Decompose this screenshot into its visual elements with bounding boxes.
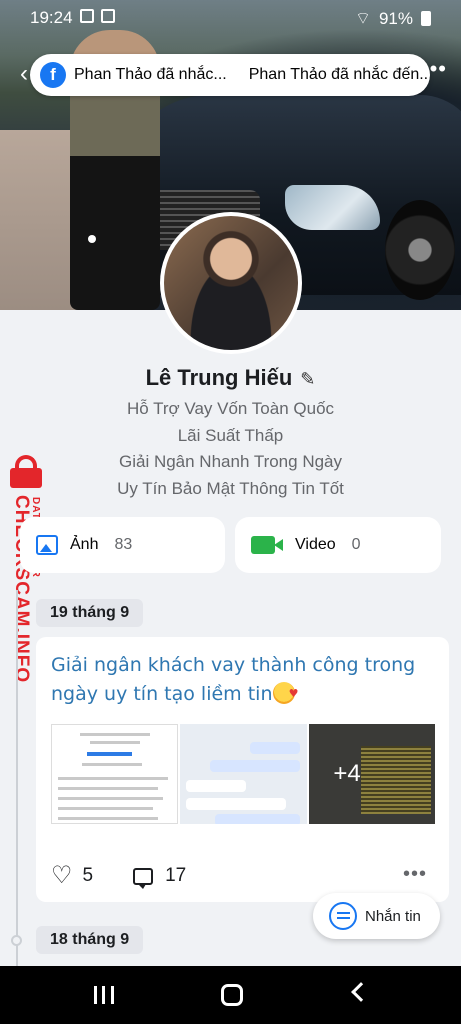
video-button[interactable]: Video 0 [235,517,441,573]
timeline-dot [11,935,22,946]
bio-line: Hỗ Trợ Vay Vốn Toàn Quốc [126,399,335,418]
profile-bio: Hỗ Trợ Vay Vốn Toàn Quốc Lãi Suất Thấp G… [0,396,461,502]
date-chip: 18 tháng 9 [36,926,144,954]
video-count: 0 [351,536,361,553]
post-text: Giải ngân khách vay thành công trong ngà… [51,654,416,705]
like-count: 5 [82,865,94,886]
back-arrow-icon[interactable]: ‹ [20,60,28,88]
post-photo-receipt[interactable] [51,724,178,824]
more-options-icon[interactable]: •• [430,56,447,82]
recent-apps-icon[interactable] [94,986,114,1004]
facebook-notif-icon [101,9,115,23]
status-bar: 19:24 ⌔ 91% [0,0,461,36]
avatar [164,216,298,350]
comment-icon[interactable] [133,867,154,889]
post-photo-chat[interactable] [180,724,307,824]
facebook-icon: f [40,62,66,88]
back-icon[interactable] [351,982,371,1002]
android-nav-bar [0,966,461,1024]
profile-name: Lê Trung Hiếu [145,365,293,390]
video-label: Video [295,536,336,553]
photos-button[interactable]: Ảnh 83 [20,517,225,573]
chat-bubble-icon [329,902,357,930]
bio-line: Uy Tín Bảo Mật Thông Tin Tốt [117,478,344,498]
smiling-hearts-emoji-icon [272,679,299,708]
battery-level: 91% [378,8,413,28]
notification-text: Phan Thảo đã nhắc... [74,66,227,83]
message-label: Nhắn tin [365,907,421,925]
post-card[interactable]: Giải ngân khách vay thành công trong ngà… [36,637,449,902]
video-camera-icon [251,536,283,554]
comment-count: 17 [165,865,187,886]
message-button[interactable]: Nhắn tin [313,893,440,939]
bio-line: Giải Ngân Nhanh Trong Ngày [118,452,343,471]
like-heart-icon[interactable]: ♡ [51,864,73,888]
bio-line: Lãi Suất Thấp [177,425,284,445]
profile-avatar[interactable] [160,212,302,354]
timeline-line [16,590,18,970]
date-chip: 19 tháng 9 [36,599,144,627]
status-time: 19:24 [30,8,73,27]
edit-pencil-icon[interactable]: ✎ [300,369,315,390]
notification-text-secondary: Phan Thảo đã nhắc đến... [248,66,430,83]
notification-banner[interactable]: f Phan Thảo đã nhắc... Phan Thảo đã nhắc… [30,54,430,96]
wifi-icon: ⌔ [354,9,371,28]
battery-icon [421,11,431,26]
post-gallery[interactable]: +4 [51,724,435,824]
post-photo-more[interactable]: +4 [309,724,435,824]
post-more-icon[interactable]: ••• [403,863,427,886]
photos-label: Ảnh [70,536,99,553]
photos-count: 83 [114,536,133,553]
home-icon[interactable] [221,984,243,1006]
gallery-icon [80,9,94,23]
lock-icon [4,455,48,488]
photo-icon [36,535,58,555]
more-photos-count: +4 [309,724,435,824]
